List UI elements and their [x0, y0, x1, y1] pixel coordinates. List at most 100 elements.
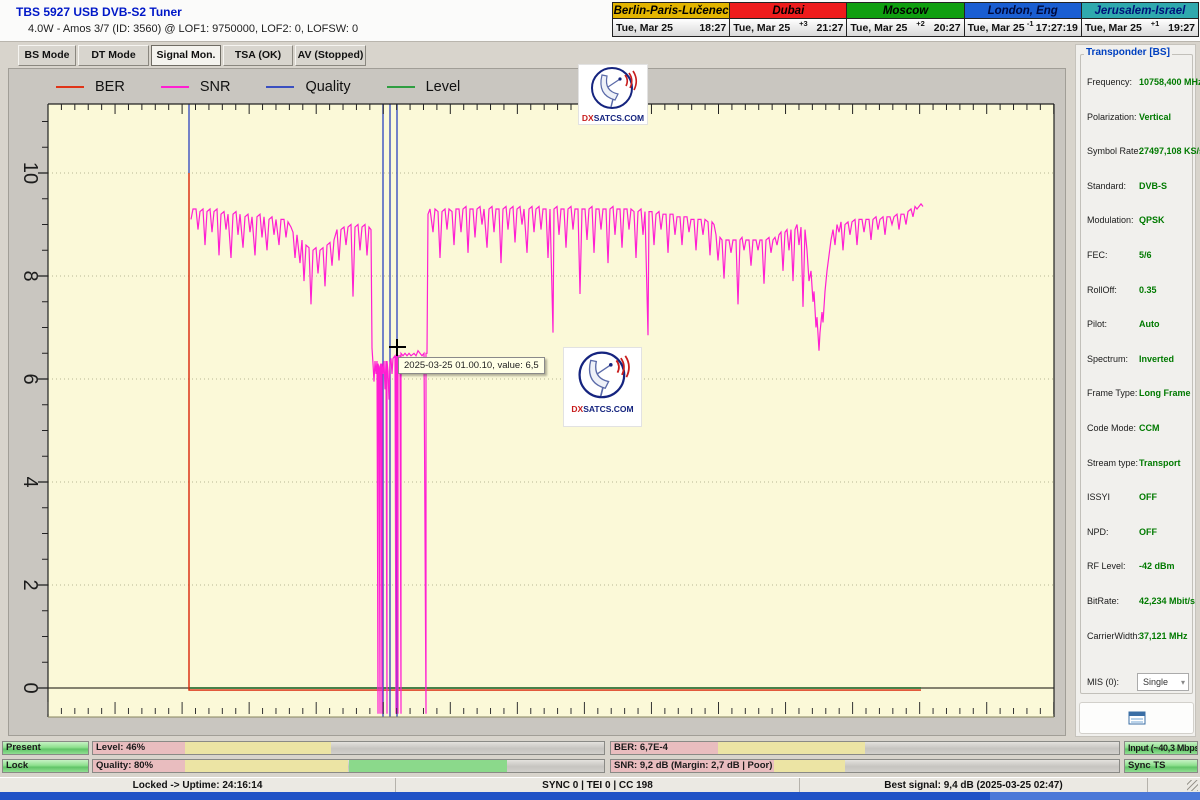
transponder-row: RF Level:-42 dBm — [1081, 561, 1194, 575]
clock-4: Jerusalem-IsraelTue, Mar 25+119:27 — [1082, 3, 1198, 36]
tab-bs-mode[interactable]: BS Mode — [18, 45, 76, 66]
transponder-row-label: Frequency: — [1087, 77, 1132, 87]
transponder-row: BitRate:42,234 Mbit/s — [1081, 596, 1194, 610]
clock-city-name: Moscow — [847, 3, 963, 19]
status-section-0: Locked -> Uptime: 24:16:14 — [0, 778, 396, 793]
transponder-row-value: Auto — [1139, 319, 1160, 329]
snapshot-button[interactable] — [1079, 702, 1194, 734]
transponder-row-label: Pilot: — [1087, 319, 1107, 329]
clock-datetime: Tue, Mar 25+119:27 — [1082, 19, 1198, 36]
status-section-1: SYNC 0 | TEI 0 | CC 198 — [396, 778, 800, 793]
y-axis-label: 6 — [17, 366, 43, 392]
transponder-row: CarrierWidth:37,121 MHz — [1081, 631, 1194, 645]
clock-date: Tue, Mar 25 — [850, 22, 907, 34]
clock-time: 19:27 — [1168, 22, 1195, 34]
signal-bar-ber: BER: 6,7E-4 — [610, 741, 1120, 755]
satellite-dish-icon — [574, 348, 632, 404]
signal-chart[interactable] — [9, 69, 1065, 735]
mis-label: MIS (0): — [1087, 677, 1119, 687]
tuner-app-window: TBS 5927 USB DVB-S2 Tuner 4.0W - Amos 3/… — [0, 0, 1200, 800]
status-section-2: Best signal: 9,4 dB (2025-03-25 02:47) — [800, 778, 1148, 793]
signal-bar-input-40-3-mbps-: Input (~40,3 Mbps) — [1124, 741, 1198, 755]
mis-selected-value: Single — [1143, 677, 1168, 687]
clock-utc-offset: +3 — [790, 19, 816, 28]
transponder-row-label: Standard: — [1087, 181, 1126, 191]
signal-bar-quality: Quality: 80% — [92, 759, 605, 773]
tab-dt-mode[interactable]: DT Mode — [78, 45, 149, 66]
satellite-dish-icon — [587, 65, 639, 113]
transponder-row: Code Mode:CCM — [1081, 423, 1194, 437]
clock-city-name: Dubai — [730, 3, 846, 19]
world-clocks: Berlin-Paris-LučenecTue, Mar 2518:27Duba… — [612, 2, 1199, 37]
y-axis-label: 2 — [17, 572, 43, 598]
signal-bar-label: Present — [6, 742, 41, 754]
transponder-row: Stream type:Transport — [1081, 458, 1194, 472]
app-title: TBS 5927 USB DVB-S2 Tuner — [16, 5, 182, 19]
dxsatcs-logo-text: DXSATCS.COM — [571, 404, 633, 414]
transponder-row-value: OFF — [1139, 527, 1157, 537]
transponder-row-value: Inverted — [1139, 354, 1174, 364]
signal-bar-snr: SNR: 9,2 dB (Margin: 2,7 dB | Poor) — [610, 759, 1120, 773]
transponder-row-value: 5/6 — [1139, 250, 1152, 260]
clock-time: 21:27 — [817, 22, 844, 34]
transponder-row-label: Polarization: — [1087, 112, 1137, 122]
bar-zone-yellow — [185, 742, 331, 754]
mis-row: MIS (0): Single ▾ — [1081, 672, 1194, 692]
plot-area — [48, 104, 1054, 717]
transponder-row: FEC: 5/6 — [1081, 250, 1194, 264]
clock-utc-offset: +2 — [907, 19, 933, 28]
signal-monitor-chart-panel: BERSNRQualityLevel 0246810 — [8, 68, 1066, 736]
clock-2: MoscowTue, Mar 25+220:27 — [847, 3, 964, 36]
dxsatcs-logo-watermark: DXSATCS.COM — [563, 347, 642, 427]
transponder-row-label: CarrierWidth: — [1087, 631, 1140, 641]
transponder-row-label: Symbol Rate: — [1087, 146, 1141, 156]
dxsatcs-logo-top: DXSATCS.COM — [578, 64, 648, 125]
transponder-row-label: FEC: — [1087, 250, 1108, 260]
clock-time: 18:27 — [699, 22, 726, 34]
clock-date: Tue, Mar 25 — [616, 22, 673, 34]
transponder-row-label: Code Mode: — [1087, 423, 1136, 433]
taskbar-edge[interactable] — [0, 792, 1200, 800]
transponder-row: Modulation:QPSK — [1081, 215, 1194, 229]
transponder-row: Pilot: Auto — [1081, 319, 1194, 333]
transponder-row-label: Frame Type: — [1087, 388, 1137, 398]
clock-city-name: London, Eng — [965, 3, 1081, 19]
transponder-row-label: Modulation: — [1087, 215, 1134, 225]
clock-datetime: Tue, Mar 25 18:27 — [613, 19, 729, 36]
clock-datetime: Tue, Mar 25+220:27 — [847, 19, 963, 36]
tab-av-stopped-[interactable]: AV (Stopped) — [295, 45, 366, 66]
signal-bar-label: SNR: 9,2 dB (Margin: 2,7 dB | Poor) — [614, 760, 772, 772]
transponder-row-value: 10758,400 MHz — [1139, 77, 1200, 87]
tab-tsa-ok-[interactable]: TSA (OK) — [223, 45, 293, 66]
transponder-row-value: 27497,108 KS/s — [1139, 146, 1200, 156]
mis-select[interactable]: Single ▾ — [1137, 673, 1189, 691]
clock-time: 17:27:19 — [1036, 22, 1078, 34]
transponder-row: Spectrum: Inverted — [1081, 354, 1194, 368]
transponder-row-label: Stream type: — [1087, 458, 1138, 468]
chevron-down-icon: ▾ — [1181, 675, 1185, 691]
transponder-row-value: 42,234 Mbit/s — [1139, 596, 1195, 606]
clock-utc-offset: +1 — [1142, 19, 1168, 28]
y-axis-label: 0 — [17, 675, 43, 701]
clock-datetime: Tue, Mar 25+321:27 — [730, 19, 846, 36]
transponder-row-label: Spectrum: — [1087, 354, 1128, 364]
transponder-row: Frequency:10758,400 MHz — [1081, 77, 1194, 91]
clock-3: London, EngTue, Mar 25-117:27:19 — [965, 3, 1082, 36]
transponder-row-value: DVB-S — [1139, 181, 1167, 191]
tab-signal-mon-[interactable]: Signal Mon. — [151, 45, 221, 66]
tuned-transponder-subtitle: 4.0W - Amos 3/7 (ID: 3560) @ LOF1: 97500… — [28, 23, 358, 35]
signal-bar-label: Level: 46% — [96, 742, 145, 754]
transponder-row: Standard: DVB-S — [1081, 181, 1194, 195]
transponder-row-value: Vertical — [1139, 112, 1171, 122]
bar-zone-green — [349, 760, 507, 772]
clock-date: Tue, Mar 25 — [733, 22, 790, 34]
signal-bar-present: Present — [2, 741, 89, 755]
save-icon — [1128, 711, 1146, 725]
signal-bar-sync-ts: Sync TS — [1124, 759, 1198, 773]
clock-0: Berlin-Paris-LučenecTue, Mar 2518:27 — [613, 3, 730, 36]
clock-date: Tue, Mar 25 — [968, 22, 1025, 34]
transponder-row-value: -42 dBm — [1139, 561, 1175, 571]
bar-zone-yellow — [185, 760, 349, 772]
resize-grip[interactable] — [1187, 780, 1198, 791]
bar-zone-yellow — [774, 760, 845, 772]
